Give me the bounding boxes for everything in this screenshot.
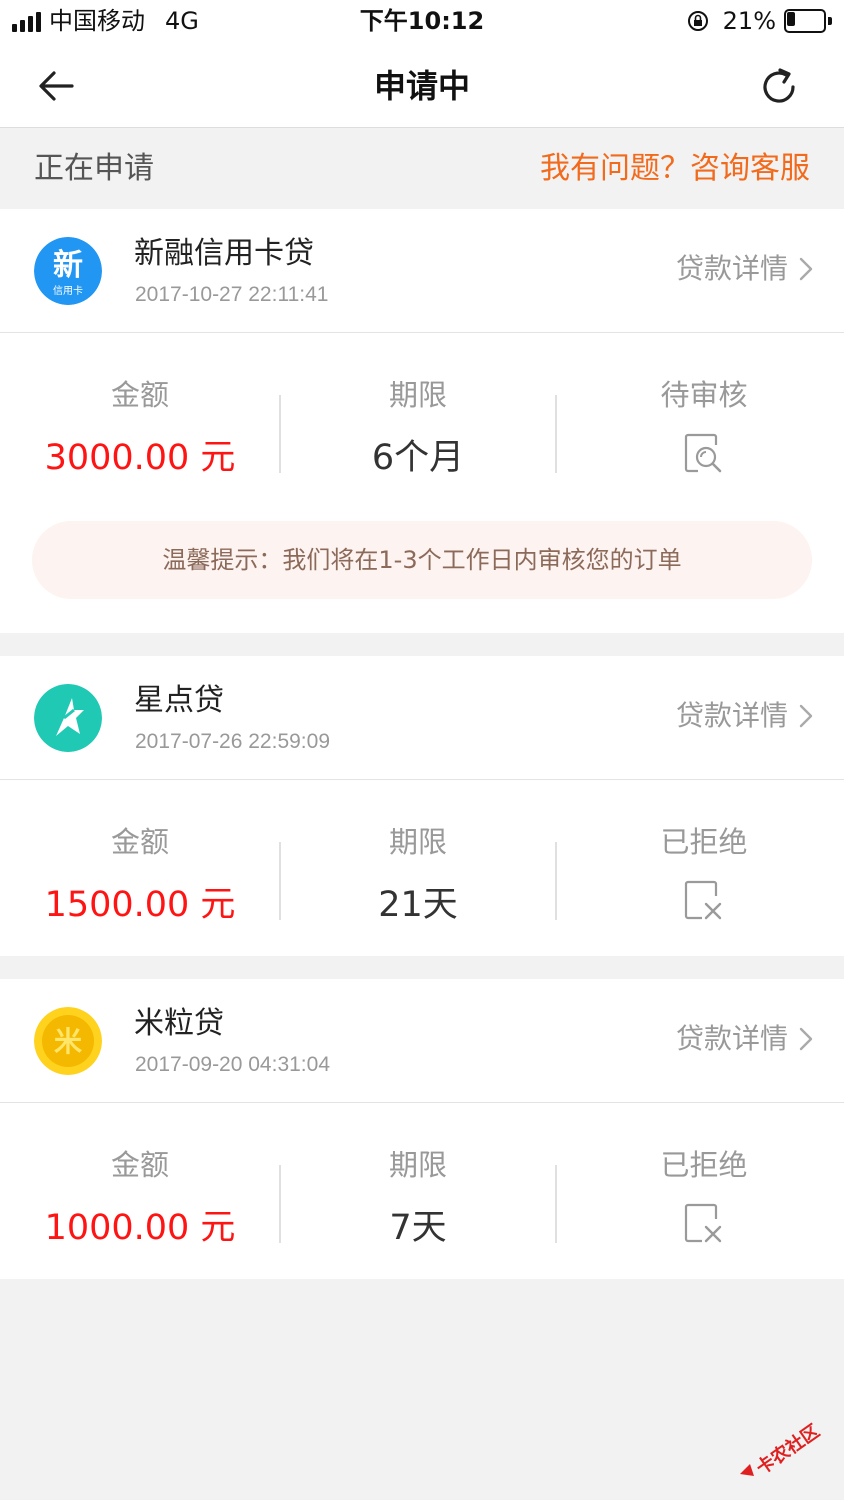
- logo-subtext: 信用卡: [53, 284, 83, 297]
- loan-card-body: 金额 3000.00 元 期限 6个月 待审核: [0, 333, 844, 487]
- amount-column: 金额 3000.00 元: [0, 333, 280, 487]
- loan-name: 新融信用卡贷: [134, 236, 314, 271]
- loan-time: 2017-10-27 22:11:41: [135, 283, 329, 306]
- xinrong-logo: 新 信用卡: [34, 237, 102, 305]
- status-column: 待审核: [556, 333, 844, 487]
- loan-detail-link[interactable]: 贷款详情: [676, 696, 814, 736]
- loan-detail-label: 贷款详情: [675, 1022, 788, 1055]
- review-search-icon: [684, 433, 722, 473]
- loan-detail-link[interactable]: 贷款详情: [676, 249, 814, 289]
- loan-time: 2017-09-20 04:31:04: [135, 1053, 330, 1076]
- loan-time: 2017-07-26 22:59:09: [135, 730, 330, 753]
- status-column: 已拒绝: [556, 780, 844, 934]
- status-column: 已拒绝: [556, 1103, 844, 1257]
- amount-label: 金额: [110, 1148, 169, 1182]
- customer-service-link[interactable]: 我有问题？咨询客服: [540, 149, 810, 189]
- term-column: 期限 7天: [280, 1103, 556, 1257]
- loan-card: 星点贷 2017-07-26 22:59:09 贷款详情 金额 1500.00 …: [0, 656, 844, 956]
- logo-text: 新: [53, 248, 83, 283]
- chevron-right-icon: [799, 1027, 813, 1051]
- term-value: 7天: [389, 1208, 447, 1248]
- chevron-right-icon: [799, 704, 813, 728]
- term-value: 6个月: [371, 438, 465, 478]
- watermark-logo: 卡农社区: [740, 1420, 824, 1479]
- amount-column: 金额 1500.00 元: [0, 780, 280, 934]
- amount-value: 1000.00 元: [44, 1208, 236, 1248]
- watermark-text: 卡农社区: [752, 1420, 824, 1479]
- loan-card-body: 金额 1500.00 元 期限 21天 已拒绝: [0, 780, 844, 934]
- status-label: 已拒绝: [660, 825, 748, 859]
- amount-value: 1500.00 元: [44, 885, 236, 925]
- mili-logo: 米: [34, 1007, 102, 1075]
- loan-detail-label: 贷款详情: [675, 699, 788, 732]
- battery-icon: [784, 9, 832, 33]
- tip-text: 温馨提示：我们将在1-3个工作日内审核您的订单: [162, 546, 682, 574]
- loan-detail-label: 贷款详情: [675, 252, 788, 285]
- loan-card: 新 信用卡 新融信用卡贷 2017-10-27 22:11:41 贷款详情 金额…: [0, 209, 844, 633]
- term-value: 21天: [378, 885, 458, 925]
- section-header: 正在申请 我有问题？咨询客服: [0, 129, 844, 209]
- status-bar: 中国移动 4G 下午10:12 21%: [0, 0, 844, 44]
- term-label: 期限: [388, 378, 447, 412]
- status-label: 已拒绝: [660, 1148, 748, 1182]
- loan-name: 米粒贷: [134, 1006, 224, 1041]
- amount-label: 金额: [110, 825, 169, 859]
- status-bar-right: 21%: [687, 6, 832, 36]
- loan-name: 星点贷: [134, 683, 224, 718]
- page-title: 申请中: [373, 67, 470, 105]
- amount-value: 3000.00 元: [44, 438, 236, 478]
- loan-card-header: 星点贷 2017-07-26 22:59:09 贷款详情: [0, 656, 844, 780]
- battery-percent: 21%: [722, 7, 776, 35]
- section-title: 正在申请: [34, 151, 154, 186]
- rejected-x-icon: [684, 880, 722, 920]
- loan-card-header: 新 信用卡 新融信用卡贷 2017-10-27 22:11:41 贷款详情: [0, 209, 844, 333]
- tip-box: 温馨提示：我们将在1-3个工作日内审核您的订单: [32, 521, 812, 599]
- loan-card-header: 米 米粒贷 2017-09-20 04:31:04 贷款详情: [0, 979, 844, 1103]
- orientation-lock-icon: [687, 11, 708, 31]
- loan-card: 米 米粒贷 2017-09-20 04:31:04 贷款详情 金额 1000.0…: [0, 979, 844, 1279]
- logo-text: 米: [54, 1025, 82, 1058]
- navigation-bar: 申请中: [0, 44, 844, 128]
- amount-column: 金额 1000.00 元: [0, 1103, 280, 1257]
- term-label: 期限: [388, 825, 447, 859]
- chevron-right-icon: [799, 257, 813, 281]
- loan-detail-link[interactable]: 贷款详情: [676, 1019, 814, 1059]
- refresh-icon[interactable]: [758, 66, 800, 108]
- loan-card-body: 金额 1000.00 元 期限 7天 已拒绝: [0, 1103, 844, 1257]
- term-column: 期限 21天: [280, 780, 556, 934]
- term-column: 期限 6个月: [280, 333, 556, 487]
- amount-label: 金额: [110, 378, 169, 412]
- term-label: 期限: [388, 1148, 447, 1182]
- xingdian-logo: [34, 684, 102, 752]
- rejected-x-icon: [684, 1203, 722, 1243]
- status-label: 待审核: [660, 378, 748, 412]
